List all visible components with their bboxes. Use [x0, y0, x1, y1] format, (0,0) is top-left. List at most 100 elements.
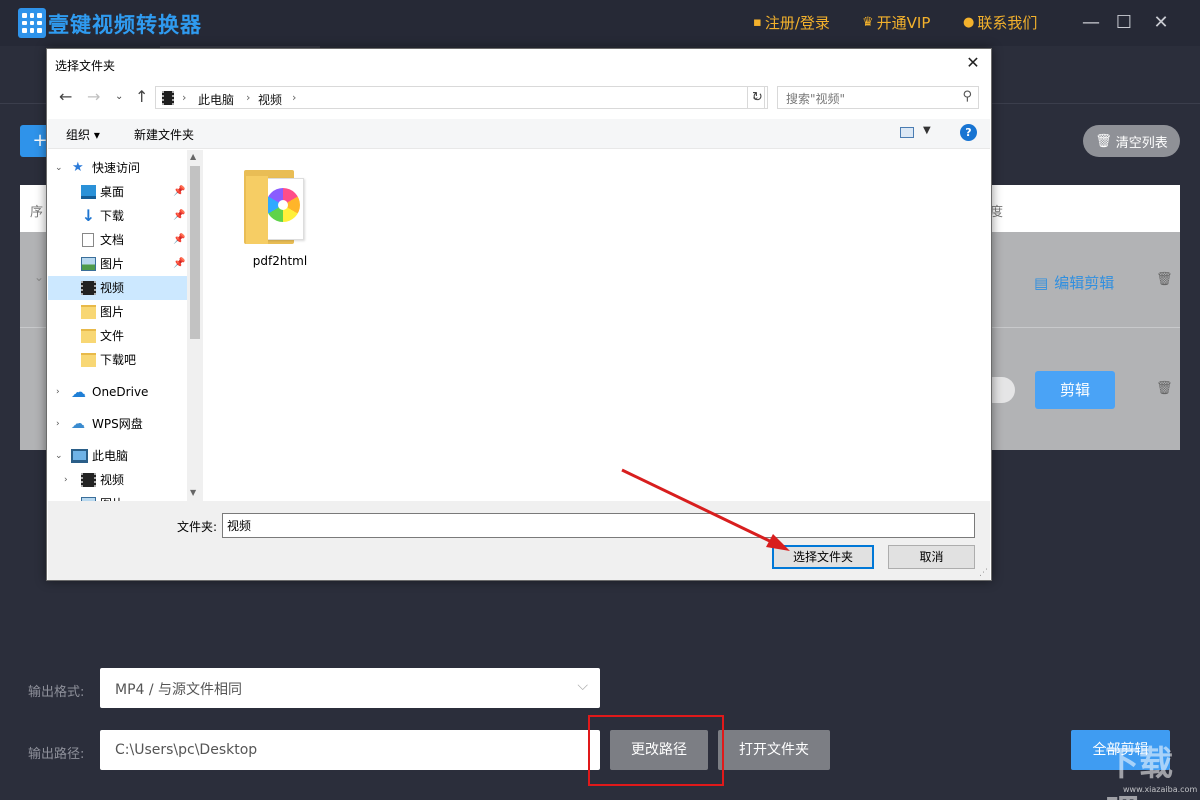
organize-menu[interactable]: 组织 ▾: [66, 126, 100, 143]
folder-icon: [81, 305, 96, 319]
desktop-icon: [81, 185, 96, 199]
nav-label: 快速访问: [92, 161, 141, 175]
nav-this-pc[interactable]: ⌄ 此电脑: [48, 444, 187, 468]
nav-label: 图片: [100, 492, 124, 501]
refresh-icon[interactable]: ↻: [747, 86, 768, 109]
download-icon: ↓: [81, 206, 96, 225]
output-format-value: MP4 / 与源文件相同: [115, 682, 243, 698]
vip-link[interactable]: ♛ 开通VIP: [862, 12, 930, 33]
document-icon: [82, 233, 94, 247]
breadcrumb-chevron-icon: ›: [246, 91, 251, 104]
forward-arrow-icon[interactable]: →: [87, 87, 100, 106]
close-icon[interactable]: ✕: [1148, 10, 1174, 36]
nav-documents[interactable]: 文档 📌: [48, 228, 187, 252]
video-folder-icon: [162, 91, 174, 105]
view-dropdown-icon[interactable]: ▼: [923, 125, 931, 136]
chevron-down-icon[interactable]: ⌄: [55, 156, 63, 180]
edit-cut-link[interactable]: ▤ 编辑剪辑: [1034, 272, 1114, 293]
register-login-label: 注册/登录: [764, 14, 830, 32]
col-index-header: 序: [30, 205, 44, 220]
breadcrumb-chevron-icon: ›: [182, 91, 187, 104]
nav-pc-pictures[interactable]: 图片: [48, 492, 187, 501]
chevron-down-icon[interactable]: ⌄: [55, 444, 63, 468]
cancel-button[interactable]: 取消: [888, 545, 975, 569]
folder-icon: [81, 353, 96, 367]
resize-grip-icon[interactable]: ⋰: [979, 568, 988, 578]
new-folder-button[interactable]: 新建文件夹: [134, 126, 194, 143]
clear-list-button[interactable]: 🗑 清空列表: [1083, 125, 1180, 157]
app-title: 壹键视频转换器: [48, 13, 202, 37]
dialog-close-icon[interactable]: ✕: [963, 53, 983, 73]
nav-scrollbar[interactable]: ▲ ▼: [187, 150, 203, 501]
nav-wps[interactable]: › ☁ WPS网盘: [48, 412, 187, 436]
dialog-footer: 文件夹: 选择文件夹 取消 ⋰: [48, 501, 990, 580]
pin-icon: 📌: [173, 186, 186, 197]
scroll-up-icon[interactable]: ▲: [190, 152, 196, 161]
search-placeholder: 搜索"视频": [786, 92, 846, 106]
watermark-logo: 下载吧 www.xiazaiba.com: [1105, 740, 1197, 800]
nav-label: 图片: [100, 257, 125, 271]
app-logo-icon: [18, 8, 46, 38]
minimize-icon[interactable]: —: [1078, 10, 1104, 36]
pictures-icon: [81, 257, 96, 271]
dialog-title: 选择文件夹: [55, 59, 116, 73]
nav-downloads[interactable]: ↓ 下载 📌: [48, 204, 187, 228]
nav-label: 视频: [100, 473, 125, 487]
navigation-pane: ⌄ ★ 快速访问 桌面 📌 ↓ 下载 📌 文档 📌 图片 📌 视频 图片 文件 …: [48, 150, 204, 501]
maximize-icon[interactable]: ☐: [1111, 10, 1137, 36]
output-path-input[interactable]: [100, 730, 600, 770]
nav-desktop[interactable]: 桌面 📌: [48, 180, 187, 204]
open-folder-button[interactable]: 打开文件夹: [718, 730, 830, 770]
up-arrow-icon[interactable]: ↑: [135, 87, 148, 106]
nav-pictures-folder[interactable]: 图片: [48, 300, 187, 324]
cut-button[interactable]: 剪辑: [1035, 371, 1115, 409]
headset-icon: ●: [963, 15, 975, 30]
computer-icon: [71, 449, 88, 463]
breadcrumb-this-pc[interactable]: 此电脑: [198, 91, 234, 108]
nav-pictures[interactable]: 图片 📌: [48, 252, 187, 276]
folder-icon: [81, 329, 96, 343]
clear-list-label: 清空列表: [1115, 135, 1168, 151]
pin-icon: 📌: [173, 234, 186, 245]
view-mode-icon[interactable]: [900, 127, 914, 138]
help-icon[interactable]: ?: [960, 124, 977, 141]
onedrive-cloud-icon: ☁: [71, 383, 86, 401]
highlight-box: [588, 715, 724, 786]
scrollbar-thumb[interactable]: [190, 166, 200, 339]
app-title-bar: 壹键视频转换器 ▪ 注册/登录 ♛ 开通VIP ● 联系我们 — ☐ ✕: [0, 0, 1200, 46]
nav-videos[interactable]: 视频: [48, 276, 187, 300]
chevron-right-icon[interactable]: ›: [56, 380, 60, 404]
video-folder-icon: [81, 281, 96, 295]
nav-quick-access[interactable]: ⌄ ★ 快速访问: [48, 156, 187, 180]
recent-dropdown-icon[interactable]: ⌄: [115, 91, 123, 102]
vip-label: 开通VIP: [876, 14, 931, 32]
folder-name-input[interactable]: [222, 513, 975, 538]
nav-xiazaiba-folder[interactable]: 下载吧: [48, 348, 187, 372]
breadcrumb-videos[interactable]: 视频: [258, 91, 282, 108]
search-input[interactable]: 搜索"视频" ⚲: [777, 86, 979, 109]
nav-label: 此电脑: [92, 449, 129, 463]
contact-label: 联系我们: [977, 14, 1038, 32]
chevron-down-icon[interactable]: ⌄: [34, 270, 44, 284]
output-format-select[interactable]: MP4 / 与源文件相同 ⌵: [100, 668, 600, 708]
folder-item[interactable]: pdf2html: [234, 160, 326, 270]
nav-pc-videos[interactable]: › 视频: [48, 468, 187, 492]
scroll-down-icon[interactable]: ▼: [190, 488, 196, 497]
chevron-right-icon[interactable]: ›: [56, 412, 60, 436]
back-arrow-icon[interactable]: ←: [59, 87, 72, 106]
register-login-link[interactable]: ▪ 注册/登录: [753, 12, 830, 33]
address-bar[interactable]: › 此电脑 › 视频 › ⌄: [155, 86, 765, 109]
delete-row-icon[interactable]: 🗑: [1156, 272, 1173, 287]
contact-link[interactable]: ● 联系我们: [963, 12, 1037, 33]
delete-row-icon[interactable]: 🗑: [1156, 381, 1173, 396]
pin-icon: 📌: [173, 210, 186, 221]
nav-onedrive[interactable]: › ☁ OneDrive: [48, 380, 187, 404]
chevron-right-icon[interactable]: ›: [64, 468, 68, 492]
select-folder-button[interactable]: 选择文件夹: [772, 545, 874, 569]
breadcrumb-chevron-icon: ›: [292, 91, 297, 104]
pin-icon: 📌: [173, 258, 186, 269]
nav-files-folder[interactable]: 文件: [48, 324, 187, 348]
folder-item-name: pdf2html: [252, 254, 308, 268]
nav-label: 下载: [100, 209, 125, 223]
command-bar: 组织 ▾ 新建文件夹 ▼ ?: [48, 119, 990, 149]
